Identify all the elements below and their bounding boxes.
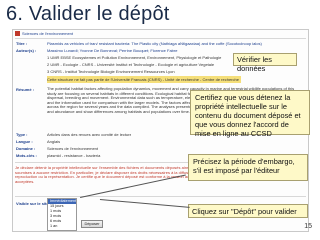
divider [15, 38, 306, 39]
field-row-affiliation-2: 2 UMR - Ecologie - CNRS - Université Ins… [47, 62, 215, 67]
affiliation-note: Cette structure ne fait pas partie de l'… [13, 76, 243, 83]
deposit-button[interactable]: Déposer [81, 220, 103, 228]
embargo-dropdown[interactable]: Immédiatement 15 jours 1 mois 3 mois 6 m… [47, 198, 77, 231]
page-number: 15 [304, 223, 312, 230]
field-row-affiliation-3: 3 CNRS - Institut Technologie Biologie E… [47, 69, 175, 74]
callout-certify: Certifiez que vous détenez la propriété … [190, 90, 310, 138]
field-row-affiliation-1: 1 UMR EBSE Ecosystemes et Pollution Envi… [47, 55, 222, 60]
embargo-option[interactable]: 1 an [48, 224, 76, 229]
slide-title: 6. Valider le dépôt [6, 3, 170, 25]
hal-logo-icon [15, 31, 20, 36]
callout-embargo: Précisez la période d'embargo, s'il est … [188, 154, 308, 181]
meta-language: Langue : Anglais [16, 139, 61, 144]
field-row-authors: Auteur(s) : Massimo Lunardi; Yvonne De B… [16, 48, 178, 53]
callout-deposit: Cliquez sur "Dépôt" pour valider [188, 204, 308, 218]
field-row-title: Titre : Plasmids as vehicles of tran/ re… [16, 41, 262, 46]
form-header: Sciences de l'environnement [22, 31, 74, 36]
callout-verify-data: Vérifier les données [233, 53, 297, 73]
meta-domain: Domaine : Sciences de l'environnement [16, 146, 99, 151]
meta-type: Type : Articles dans des revues avec com… [16, 132, 131, 137]
divider [15, 196, 306, 197]
meta-keywords: Mots-clés : plasmid - resistance - bacte… [16, 153, 101, 158]
